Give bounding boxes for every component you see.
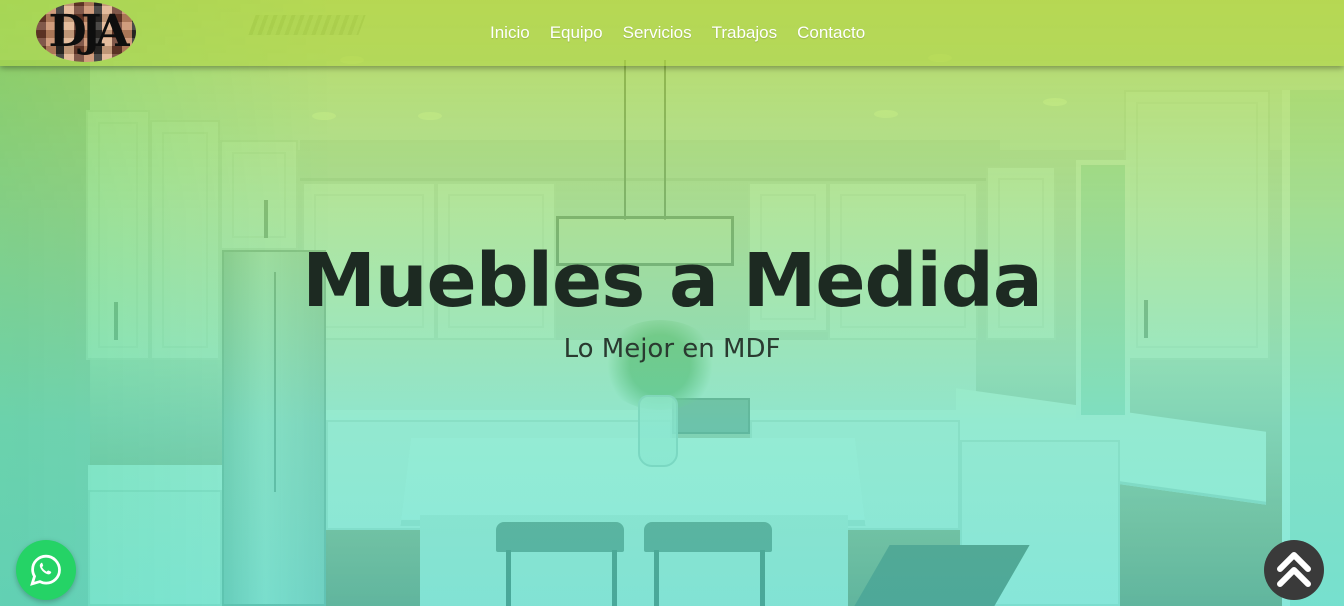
hero-section: Muebles a Medida Lo Mejor en MDF: [0, 0, 1344, 606]
nav-menu: Inicio Equipo Servicios Trabajos Contact…: [480, 20, 875, 46]
nav-link-equipo[interactable]: Equipo: [540, 20, 613, 46]
logo-text: DJA: [48, 6, 129, 57]
nav-link-trabajos[interactable]: Trabajos: [702, 20, 788, 46]
hero-title: Muebles a Medida: [302, 238, 1043, 324]
nav-link-contacto[interactable]: Contacto: [787, 20, 875, 46]
nav-link-inicio[interactable]: Inicio: [480, 20, 540, 46]
hero-subtitle: Lo Mejor en MDF: [563, 334, 781, 364]
whatsapp-button[interactable]: [16, 540, 76, 600]
double-chevron-up-icon: [1277, 552, 1311, 587]
brand-logo[interactable]: DJA: [36, 2, 136, 62]
scroll-to-top-button[interactable]: [1264, 540, 1324, 600]
nav-link-servicios[interactable]: Servicios: [613, 20, 702, 46]
whatsapp-icon: [30, 554, 61, 586]
top-navbar: DJA Inicio Equipo Servicios Trabajos Con…: [0, 0, 1344, 66]
